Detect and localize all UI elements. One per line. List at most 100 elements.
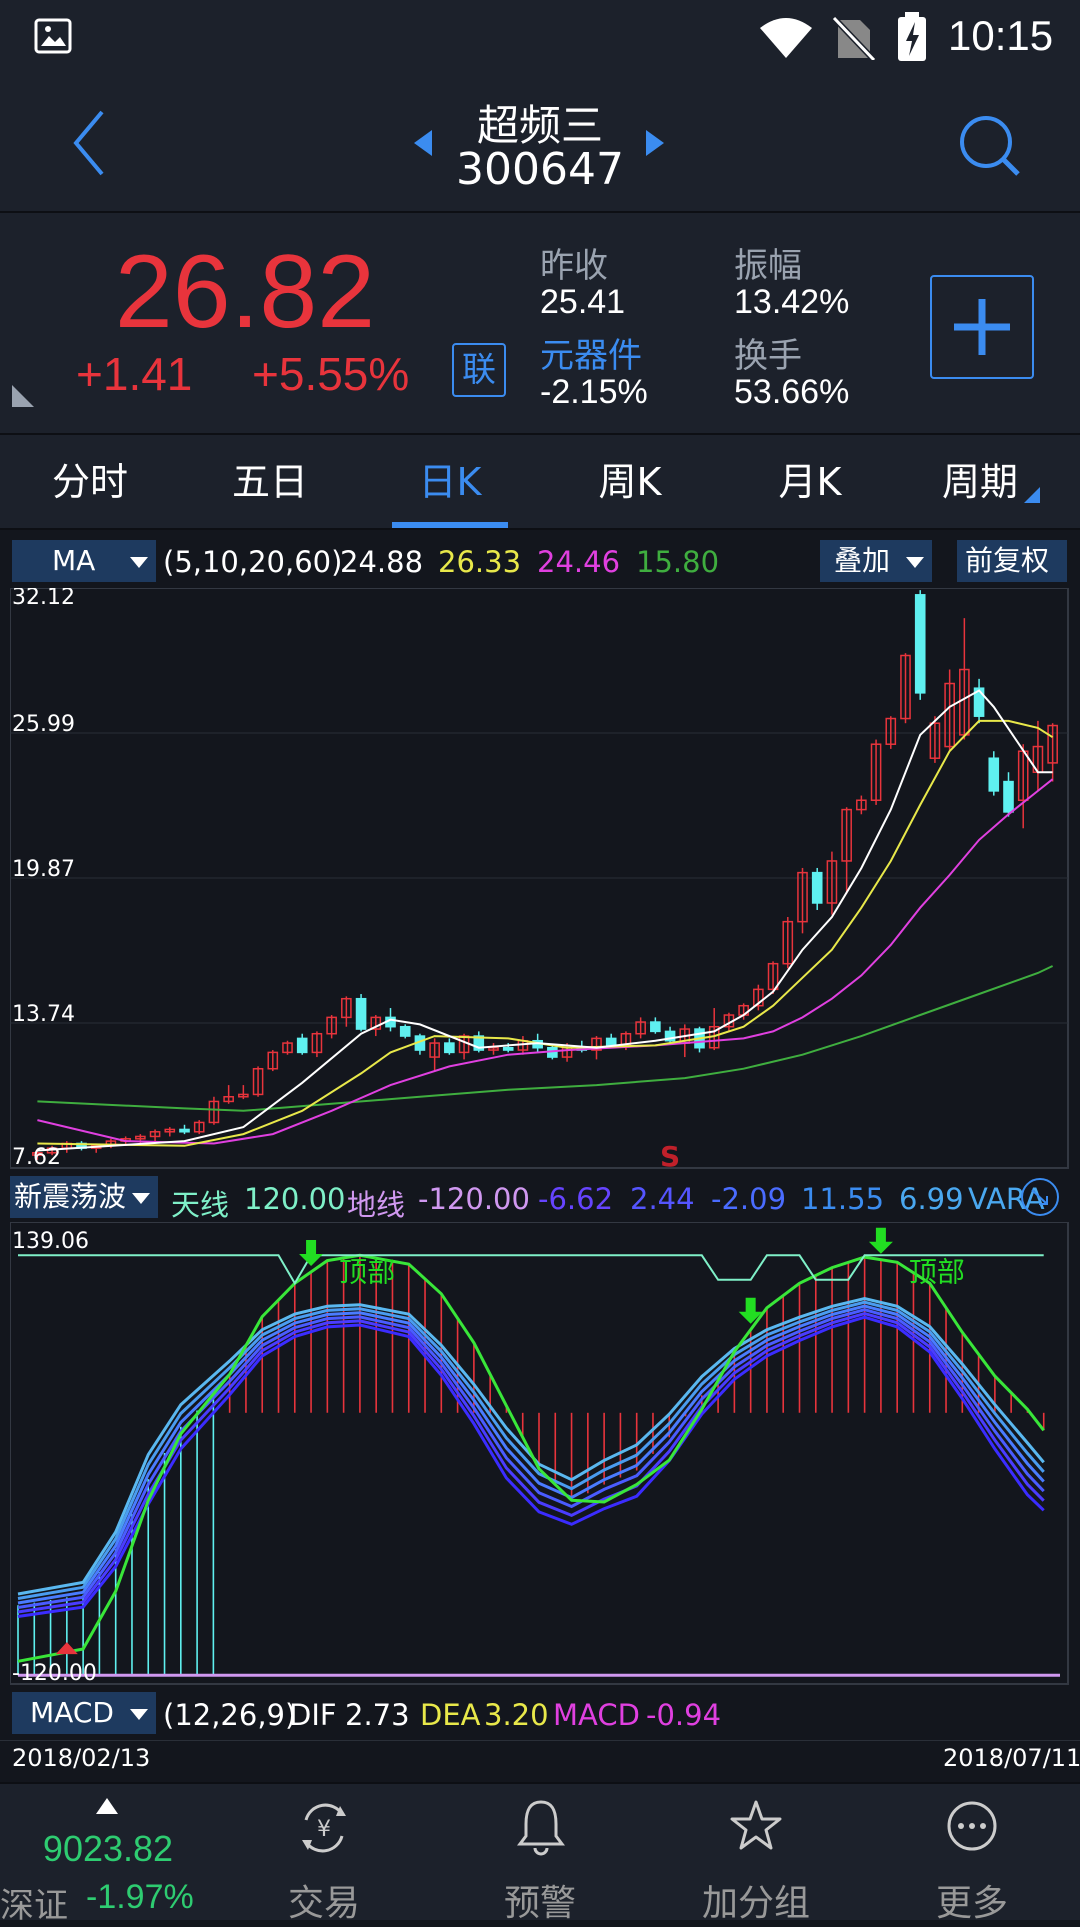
top-annotation: 顶部 [909, 1255, 965, 1288]
nav-add-group[interactable]: 加分组 [648, 1784, 864, 1924]
stock-code: 300647 [456, 144, 624, 195]
macd-selector[interactable]: MACD [12, 1692, 156, 1734]
candle-body [296, 1037, 308, 1054]
tab-weekly-k[interactable]: 周K [540, 435, 720, 530]
candle-body [355, 997, 367, 1030]
ma60-line [37, 965, 1054, 1112]
period-tabs: 分时 五日 日K 周K 月K 周期 [0, 435, 1080, 530]
candle-body [988, 757, 1000, 792]
nav-more-label: 更多 [935, 1883, 1008, 1924]
prev-close-value: 25.41 [540, 283, 626, 321]
candle-body [650, 1021, 661, 1033]
oscillator-chart[interactable]: 顶部 顶部 139.06 -120.00 [10, 1222, 1070, 1686]
overlay-button[interactable]: 叠加 [820, 540, 932, 582]
ma-selector-label: MA [52, 544, 96, 577]
dif-label: DIF [289, 1698, 337, 1732]
dea-label: DEA [420, 1698, 481, 1732]
y-tick-label: 25.99 [12, 712, 75, 737]
star-icon [730, 1800, 782, 1850]
dea-value: 3.20 [484, 1698, 549, 1732]
indicator-value: 11.55 [801, 1182, 885, 1216]
sector-link[interactable]: 元器件 [540, 328, 642, 377]
sky-label: 天线 [171, 1188, 230, 1222]
ma10-value: 26.33 [438, 545, 522, 579]
wave-band-line [17, 1308, 1045, 1609]
y-tick-label: 7.62 [12, 1145, 61, 1170]
candlestick-chart[interactable]: 32.12 25.99 19.87 13.74 7.62 S [10, 588, 1070, 1170]
nav-add-group-label: 加分组 [701, 1883, 810, 1924]
chevron-down-icon [906, 557, 924, 568]
y-tick-label: 13.74 [12, 1002, 75, 1027]
macd-params: (12,26,9) [163, 1698, 297, 1732]
add-watchlist-button[interactable] [930, 275, 1034, 379]
date-start: 2018/02/13 [12, 1744, 151, 1772]
sector-change: -2.15% [540, 373, 648, 411]
svg-text:¥: ¥ [317, 1817, 331, 1842]
top-arrow-icon [299, 1239, 324, 1266]
amplitude-value: 13.42% [734, 283, 850, 321]
top-arrow-icon [868, 1227, 893, 1254]
date-end: 2018/07/11 [943, 1744, 1080, 1772]
turnover-value: 53.66% [734, 373, 850, 411]
candle-body [502, 1046, 514, 1051]
tab-daily-k[interactable]: 日K [360, 435, 540, 530]
next-stock-icon[interactable] [642, 128, 666, 158]
more-icon [947, 1801, 997, 1851]
candle-body [1003, 780, 1014, 813]
indicator-value: -2.09 [711, 1182, 787, 1216]
nav-more[interactable]: 更多 [864, 1784, 1080, 1924]
gallery-notification-icon [34, 18, 72, 54]
sky-line [18, 1254, 1044, 1286]
overlay-label: 叠加 [834, 544, 891, 577]
battery-charging-icon [898, 12, 926, 61]
osc-top-label: 139.06 [12, 1229, 89, 1254]
no-sim-icon [832, 16, 876, 60]
indicator-selector[interactable]: 新震荡波 [10, 1176, 158, 1218]
chevron-down-icon [132, 1193, 150, 1204]
osc-bottom-label: -120.00 [12, 1661, 97, 1686]
ma-params: (5,10,20,60) [163, 545, 343, 579]
adjust-button[interactable]: 前复权 [957, 540, 1067, 582]
back-arrow-icon[interactable] [70, 108, 110, 178]
indicator-settings-icon[interactable] [1019, 1176, 1061, 1218]
macd-selector-label: MACD [30, 1696, 114, 1729]
ma5-line [37, 689, 1053, 1152]
nav-trade-label: 交易 [287, 1883, 360, 1924]
indicator-selector-label: 新震荡波 [14, 1180, 127, 1213]
status-bar: 10:15 [0, 0, 1080, 78]
prev-stock-icon[interactable] [412, 128, 436, 158]
ma20-value: 24.46 [537, 545, 621, 579]
ground-value: -120.00 [418, 1182, 530, 1216]
macd-value: -0.94 [646, 1698, 722, 1732]
nav-alert[interactable]: 预警 [432, 1784, 648, 1924]
turnover-label: 换手 [734, 336, 802, 376]
candle-body [444, 1042, 455, 1054]
candle-body [605, 1037, 617, 1047]
ma20-line [37, 778, 1054, 1145]
price-change: +1.41 [76, 348, 193, 400]
search-icon[interactable] [956, 112, 1022, 178]
ma60-value: 15.80 [636, 545, 720, 579]
index-change: -1.97% [86, 1878, 194, 1916]
tab-period[interactable]: 周期 [900, 435, 1060, 530]
tab-five-day[interactable]: 五日 [180, 435, 360, 530]
indicator-value: 6.99 [899, 1182, 964, 1216]
bell-icon [517, 1800, 565, 1856]
index-value: 9023.82 [42, 1828, 174, 1869]
candle-body [179, 1128, 190, 1133]
ma-selector[interactable]: MA [12, 540, 156, 582]
tab-monthly-k[interactable]: 月K [720, 435, 900, 530]
ground-label: 地线 [347, 1188, 406, 1222]
divider [0, 1740, 1080, 1741]
candle-body [811, 871, 823, 904]
ma5-value: 24.88 [340, 545, 424, 579]
candle-body [914, 594, 926, 694]
active-tab-indicator [392, 522, 508, 528]
bottom-nav: 9023.82 深证 -1.97% ¥ 交易 预警 加分组 更多 [0, 1782, 1080, 1926]
quote-panel: 26.82 +1.41 +5.55% 联 昨收 25.41 元器件 -2.15%… [0, 213, 1080, 435]
index-ticker[interactable]: 9023.82 深证 -1.97% [0, 1784, 216, 1926]
linked-sector-badge[interactable]: 联 [452, 343, 506, 397]
tab-intraday[interactable]: 分时 [0, 435, 180, 530]
nav-trade[interactable]: ¥ 交易 [216, 1784, 432, 1924]
macd-label: MACD [553, 1698, 640, 1732]
